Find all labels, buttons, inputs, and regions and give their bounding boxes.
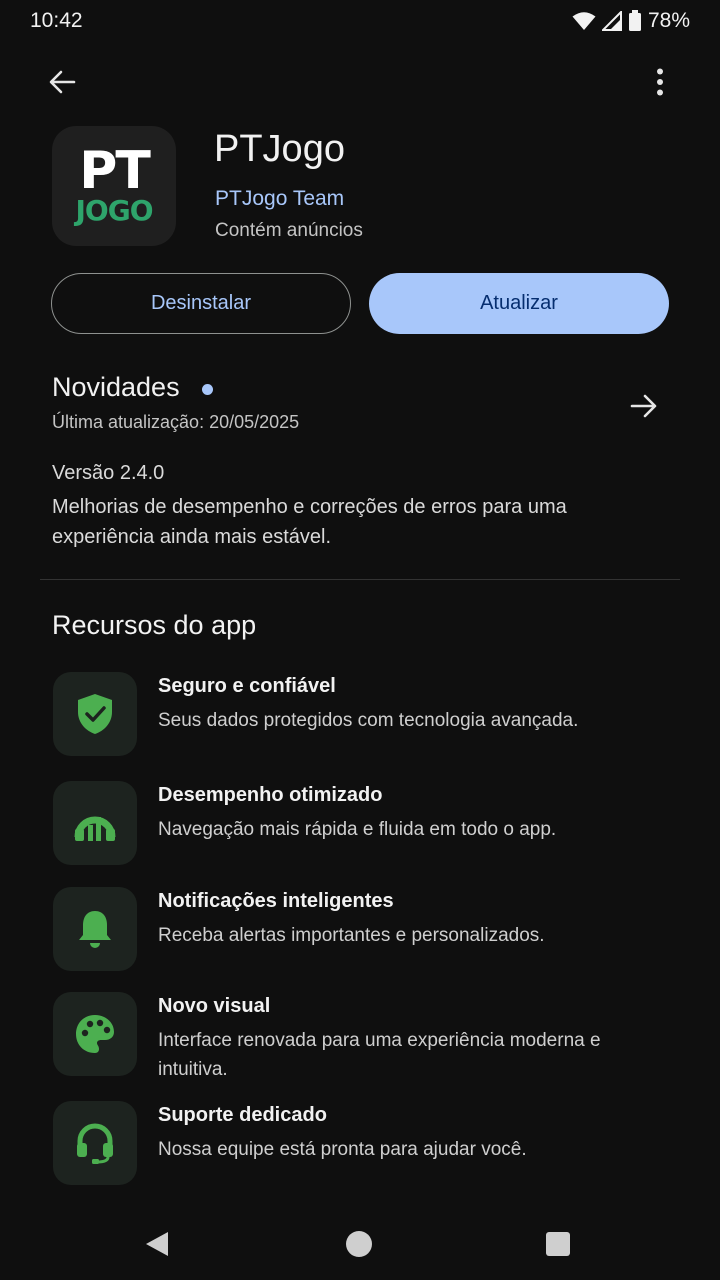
shield-check-icon (53, 672, 137, 756)
feature-description: Receba alertas importantes e personaliza… (158, 925, 545, 946)
developer-link[interactable]: PTJogo Team (215, 187, 344, 211)
more-options-button[interactable] (638, 60, 682, 104)
feature-title: Novo visual (158, 995, 271, 1017)
app-title: PTJogo (214, 128, 345, 170)
feature-description: Seus dados protegidos com tecnologia ava… (158, 710, 579, 731)
status-bar: 10:42 78% (0, 0, 720, 42)
app-logo-text-bottom: JOGO (75, 194, 153, 227)
version-label: Versão 2.4.0 (52, 462, 165, 484)
new-indicator-dot (202, 384, 213, 395)
status-icons: 78% (572, 9, 690, 33)
arrow-back-icon (49, 70, 76, 94)
palette-icon (53, 992, 137, 1076)
app-logo: PT JOGO (52, 126, 176, 246)
uninstall-button[interactable]: Desinstalar (51, 273, 351, 334)
last-update-date: Última atualização: 20/05/2025 (52, 412, 300, 432)
battery-icon (628, 10, 641, 31)
feature-title: Notificações inteligentes (158, 890, 394, 912)
nav-home-icon[interactable] (346, 1231, 372, 1257)
feature-title: Seguro e confiável (158, 675, 336, 697)
back-button[interactable] (40, 60, 84, 104)
nav-back-icon[interactable] (144, 1230, 170, 1258)
feature-title: Desempenho otimizado (158, 784, 383, 806)
status-time: 10:42 (30, 9, 83, 32)
feature-description: Interface renovada para uma experiência … (158, 1030, 601, 1080)
whats-new-header[interactable]: Novidades Última atualização: 20/05/2025 (52, 372, 672, 442)
feature-description: Nossa equipe está pronta para ajudar voc… (158, 1139, 527, 1160)
update-button[interactable]: Atualizar (369, 273, 669, 334)
features-title: Recursos do app (52, 610, 257, 640)
whats-new-body: Melhorias de desempenho e correções de e… (52, 496, 567, 548)
feature-description: Navegação mais rápida e fluida em todo o… (158, 819, 557, 840)
ads-notice: Contém anúncios (215, 220, 363, 241)
speedometer-icon (53, 781, 137, 865)
top-app-bar (0, 52, 720, 108)
headset-icon (53, 1101, 137, 1185)
feature-title: Suporte dedicado (158, 1104, 327, 1126)
arrow-forward-icon[interactable] (624, 386, 664, 426)
bell-icon (53, 887, 137, 971)
section-divider (40, 579, 680, 580)
signal-icon (601, 11, 622, 31)
wifi-icon (572, 12, 596, 30)
whats-new-title: Novidades (52, 372, 180, 402)
more-vert-icon (657, 68, 663, 96)
app-logo-text-top: PT (79, 141, 151, 201)
nav-recents-icon[interactable] (546, 1232, 570, 1256)
system-nav-bar (0, 1212, 720, 1276)
app-details-screen: 10:42 78% PT JOGO PTJogo PTJogo Team Con… (0, 0, 720, 1280)
battery-percent: 78% (647, 9, 690, 32)
